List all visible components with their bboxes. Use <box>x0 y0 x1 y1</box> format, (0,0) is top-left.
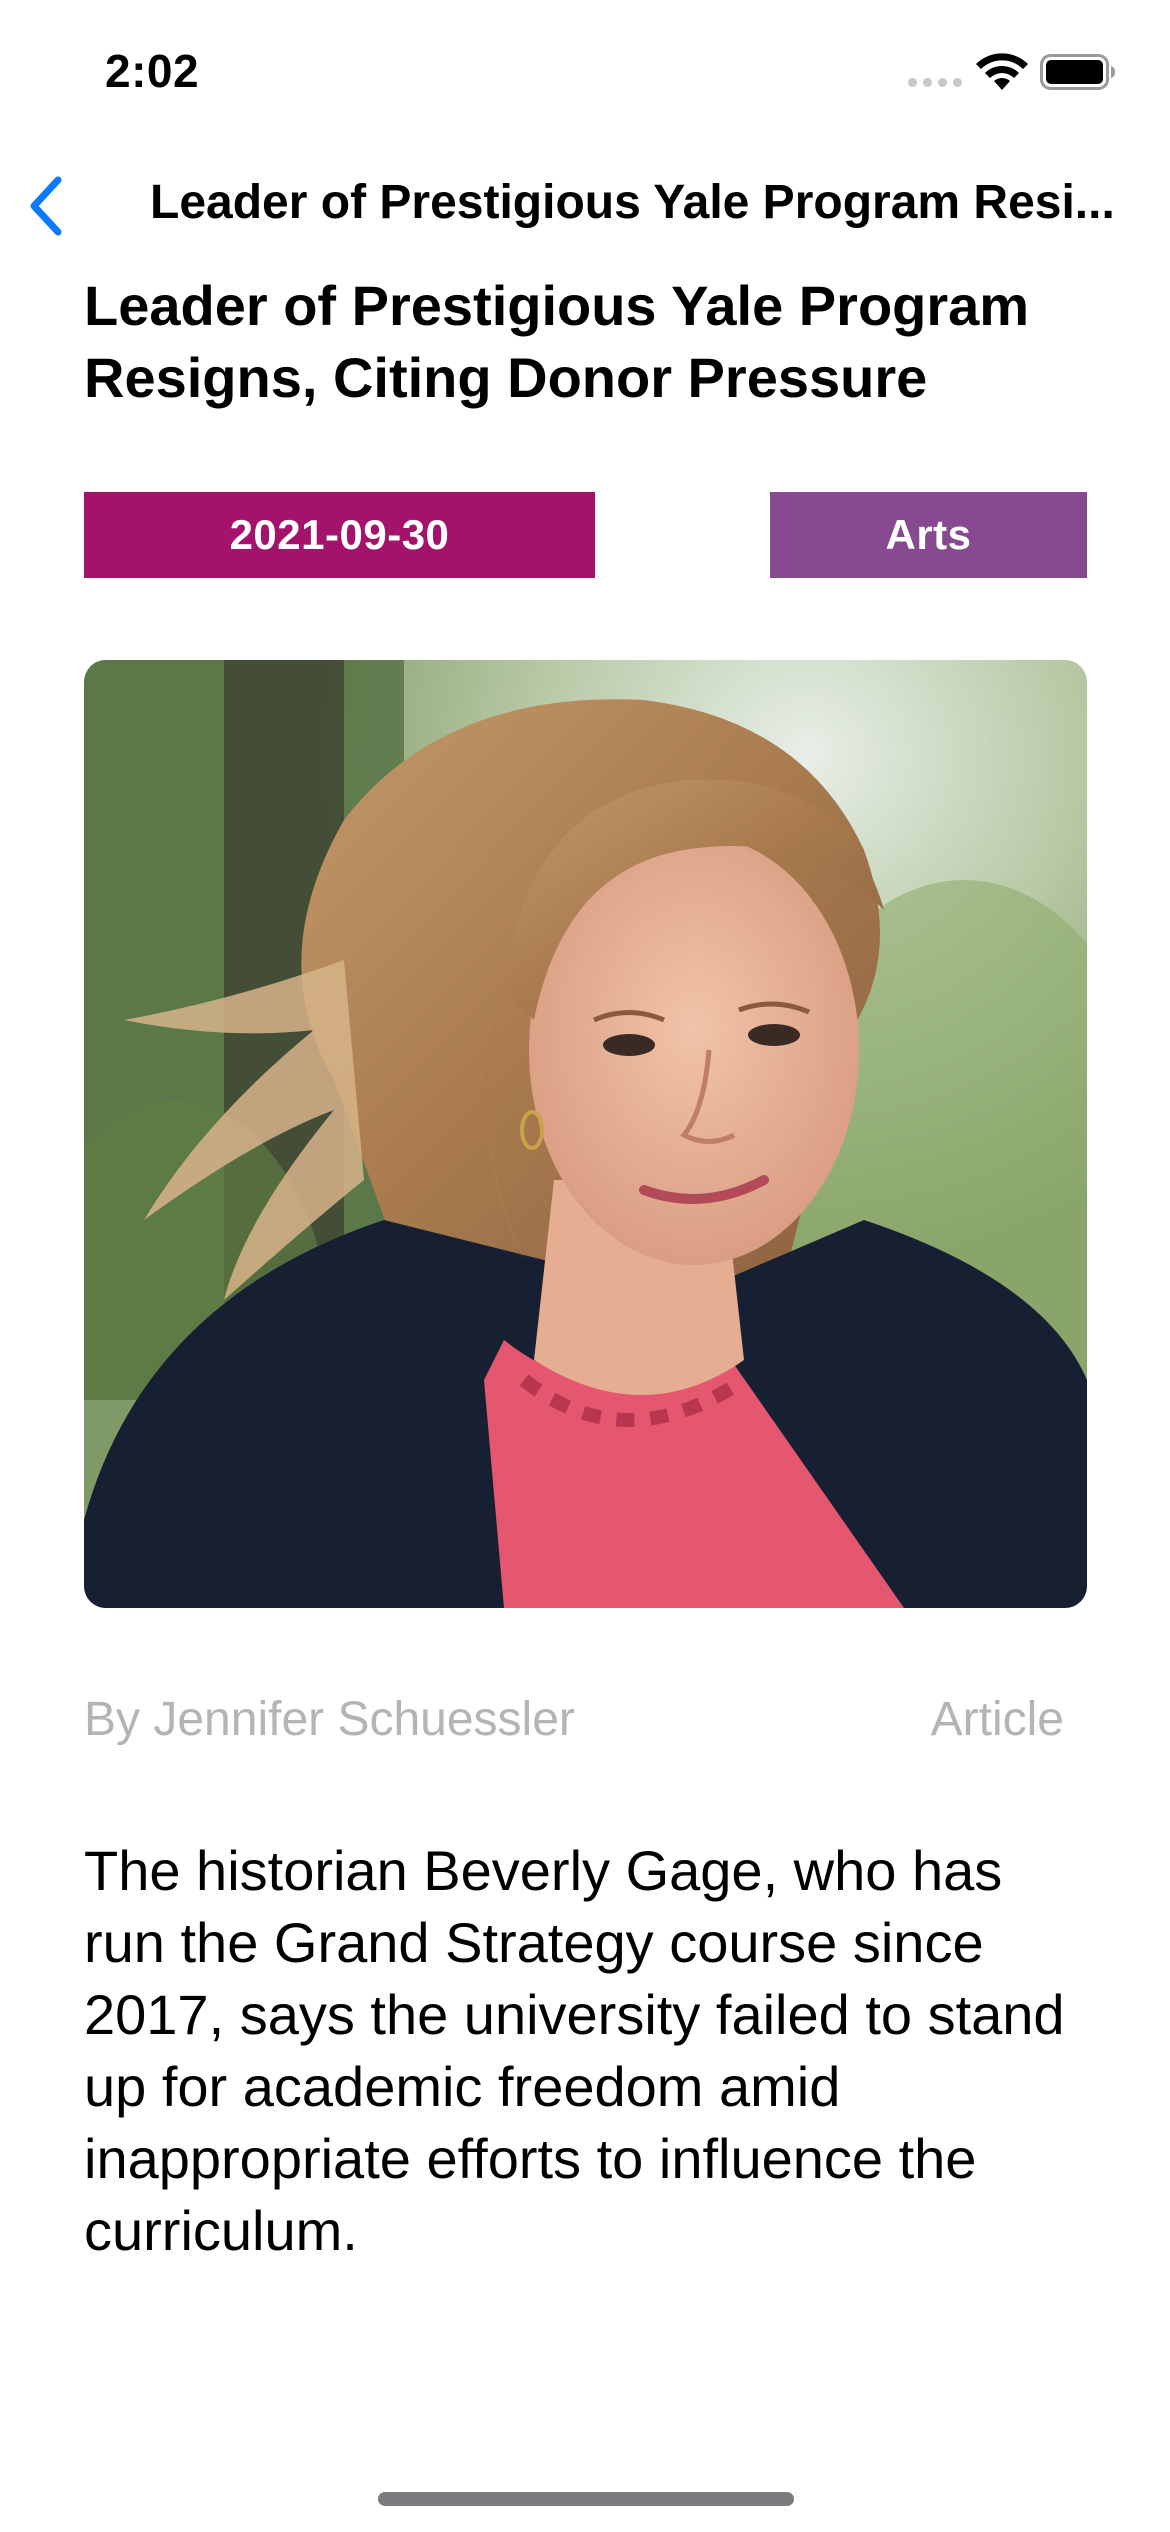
article-abstract: The historian Beverly Gage, who has run … <box>84 1839 1065 2262</box>
cellular-signal-icon <box>908 78 962 87</box>
article-photo <box>84 660 1087 1608</box>
wifi-icon <box>976 53 1028 90</box>
article-headline: Leader of Prestigious Yale Program Resig… <box>84 274 1030 409</box>
article-byline: By Jennifer Schuessler <box>84 1693 575 1746</box>
battery-icon <box>1040 54 1115 90</box>
content-type-label: Article <box>930 1693 1064 1746</box>
status-bar: 2:02 <box>0 0 1170 150</box>
nav-title: Leader of Prestigious Yale Program Resi.… <box>150 176 1115 229</box>
section-badge: Arts <box>770 492 1087 578</box>
chevron-left-icon[interactable] <box>20 172 70 240</box>
date-badge: 2021-09-30 <box>84 492 595 578</box>
status-time: 2:02 <box>105 45 200 97</box>
home-indicator[interactable] <box>378 2492 794 2506</box>
